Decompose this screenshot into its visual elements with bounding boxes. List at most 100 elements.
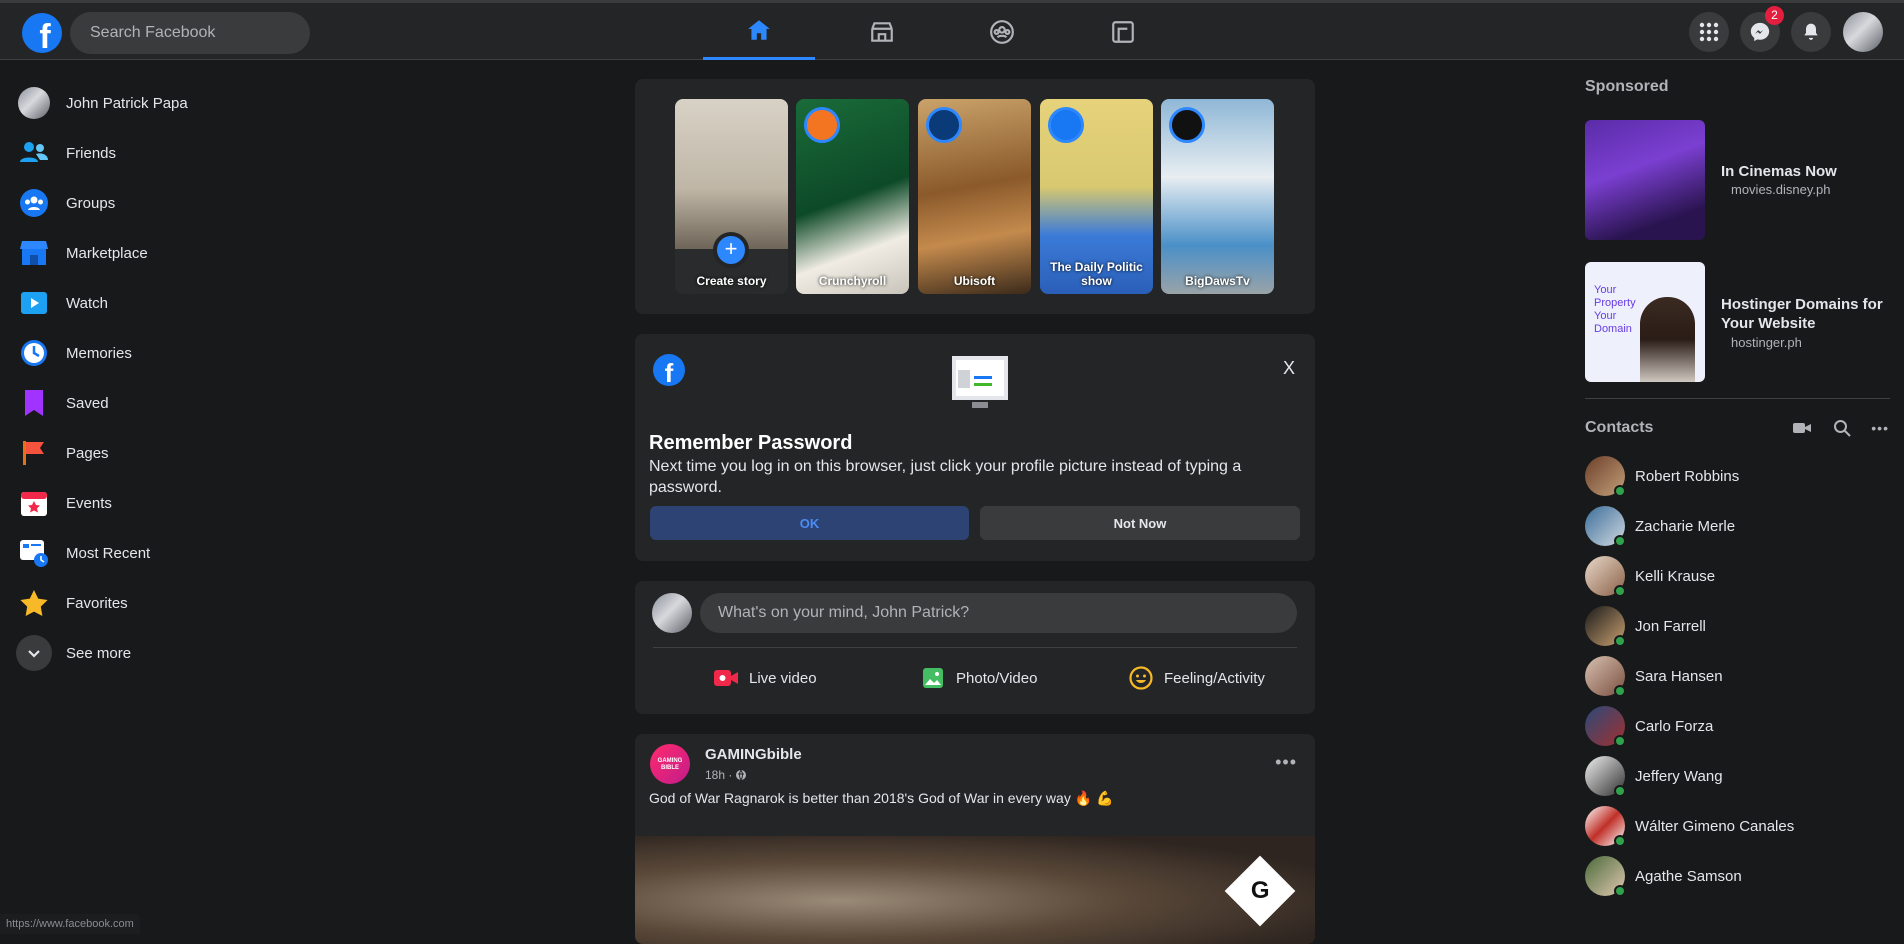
favorites-icon (18, 587, 50, 619)
ad-title: In Cinemas Now (1721, 163, 1837, 180)
sidebar-item-most-recent[interactable]: Most Recent (8, 528, 338, 578)
contact-avatar (1585, 656, 1625, 696)
sidebar-item-saved[interactable]: Saved (8, 378, 338, 428)
not-now-button[interactable]: Not Now (980, 506, 1300, 540)
post-options-icon[interactable]: ••• (1275, 752, 1297, 773)
live-video-button[interactable]: Live video (713, 665, 817, 691)
groups-icon (989, 19, 1015, 45)
nav-tab-marketplace[interactable] (826, 3, 938, 60)
post-author-name[interactable]: GAMINGbible (705, 746, 802, 763)
sponsored-ad[interactable]: In Cinemas Now movies.disney.ph (1585, 118, 1895, 242)
nav-tab-gaming[interactable] (1067, 3, 1179, 60)
ad-thumbnail (1585, 120, 1705, 240)
post-timestamp[interactable]: 18h · (705, 768, 732, 782)
nav-tab-home[interactable] (703, 3, 815, 60)
post-image[interactable]: G (635, 836, 1315, 944)
sidebar-item-favorites[interactable]: Favorites (8, 578, 338, 628)
notifications-button[interactable] (1791, 12, 1831, 52)
nav-tab-groups[interactable] (946, 3, 1058, 60)
contact-name: Agathe Samson (1635, 868, 1742, 885)
sidebar-item-label: See more (66, 645, 131, 662)
sponsored-ad[interactable]: Your Property Your Domain Hostinger Doma… (1585, 260, 1895, 384)
contact-item[interactable]: Agathe Samson (1585, 851, 1895, 901)
story-label: Crunchyroll (796, 274, 909, 288)
photo-video-button[interactable]: Photo/Video (920, 665, 1037, 691)
marketplace-icon (18, 237, 50, 269)
contact-name: Sara Hansen (1635, 668, 1723, 685)
sidebar-item-events[interactable]: Events (8, 478, 338, 528)
story-label: BigDawsTv (1161, 274, 1274, 288)
contacts-heading: Contacts (1585, 419, 1793, 437)
online-status-dot (1614, 485, 1626, 497)
account-avatar[interactable] (1843, 12, 1883, 52)
saved-icon (18, 387, 50, 419)
contact-item[interactable]: Carlo Forza (1585, 701, 1895, 751)
feeling-activity-label: Feeling/Activity (1164, 670, 1265, 687)
story-item[interactable]: Ubisoft (918, 99, 1031, 294)
contact-avatar (1585, 756, 1625, 796)
feeling-activity-button[interactable]: Feeling/Activity (1128, 665, 1265, 691)
divider (653, 647, 1297, 648)
contact-item[interactable]: Jeffery Wang (1585, 751, 1895, 801)
story-create[interactable]: + Create story (675, 99, 788, 294)
story-avatar (804, 107, 840, 143)
ok-button[interactable]: OK (650, 506, 969, 540)
plus-icon: + (713, 232, 749, 268)
story-avatar (1048, 107, 1084, 143)
groups-icon (18, 187, 50, 219)
sidebar-item-memories[interactable]: Memories (8, 328, 338, 378)
facebook-logo-icon[interactable]: f (22, 13, 62, 53)
contact-name: Carlo Forza (1635, 718, 1713, 735)
more-options-icon[interactable]: ••• (1871, 420, 1889, 436)
close-button[interactable]: X (1283, 358, 1295, 379)
contact-item[interactable]: Zacharie Merle (1585, 501, 1895, 551)
sidebar-item-friends[interactable]: Friends (8, 128, 338, 178)
feed-post: GAMING BIBLE GAMINGbible 18h · ••• God o… (635, 734, 1315, 944)
sidebar-item-label: Pages (66, 445, 109, 462)
online-status-dot (1614, 735, 1626, 747)
contact-item[interactable]: Kelli Krause (1585, 551, 1895, 601)
sidebar-item-label: Favorites (66, 595, 128, 612)
events-icon (18, 487, 50, 519)
story-create-photo (675, 99, 788, 249)
online-status-dot (1614, 585, 1626, 597)
contacts-header: Contacts ••• (1585, 417, 1895, 439)
story-item[interactable]: Crunchyroll (796, 99, 909, 294)
contact-item[interactable]: Jon Farrell (1585, 601, 1895, 651)
sidebar-item-see-more[interactable]: See more (8, 628, 338, 678)
sidebar-item-label: John Patrick Papa (66, 95, 188, 112)
story-avatar (926, 107, 962, 143)
search-input[interactable]: Search Facebook (70, 12, 310, 54)
contact-avatar (1585, 856, 1625, 896)
story-item[interactable]: The Daily Politic show (1040, 99, 1153, 294)
contact-name: Kelli Krause (1635, 568, 1715, 585)
story-label: The Daily Politic show (1040, 260, 1153, 288)
ad-domain: movies.disney.ph (1731, 182, 1837, 197)
contact-item[interactable]: Sara Hansen (1585, 651, 1895, 701)
sponsored-heading: Sponsored (1585, 78, 1895, 102)
online-status-dot (1614, 885, 1626, 897)
sidebar-item-pages[interactable]: Pages (8, 428, 338, 478)
composer-input[interactable]: What's on your mind, John Patrick? (700, 593, 1297, 633)
contact-avatar (1585, 806, 1625, 846)
sidebar-item-profile[interactable]: John Patrick Papa (8, 78, 338, 128)
online-status-dot (1614, 835, 1626, 847)
online-status-dot (1614, 685, 1626, 697)
post-author-avatar[interactable]: GAMING BIBLE (650, 744, 690, 784)
post-text: God of War Ragnarok is better than 2018'… (649, 790, 1113, 807)
divider (1585, 398, 1890, 399)
contact-item[interactable]: Robert Robbins (1585, 451, 1895, 501)
contact-item[interactable]: Wálter Gimeno Canales (1585, 801, 1895, 851)
post-composer: What's on your mind, John Patrick? Live … (635, 581, 1315, 714)
sidebar-item-marketplace[interactable]: Marketplace (8, 228, 338, 278)
menu-button[interactable] (1689, 12, 1729, 52)
sidebar-item-watch[interactable]: Watch (8, 278, 338, 328)
messenger-button[interactable]: 2 (1740, 12, 1780, 52)
most-recent-icon (18, 537, 50, 569)
sidebar-item-label: Events (66, 495, 112, 512)
sidebar-item-groups[interactable]: Groups (8, 178, 338, 228)
story-item[interactable]: BigDawsTv (1161, 99, 1274, 294)
search-icon[interactable] (1833, 419, 1851, 437)
contact-avatar (1585, 606, 1625, 646)
video-call-icon[interactable] (1793, 421, 1811, 435)
